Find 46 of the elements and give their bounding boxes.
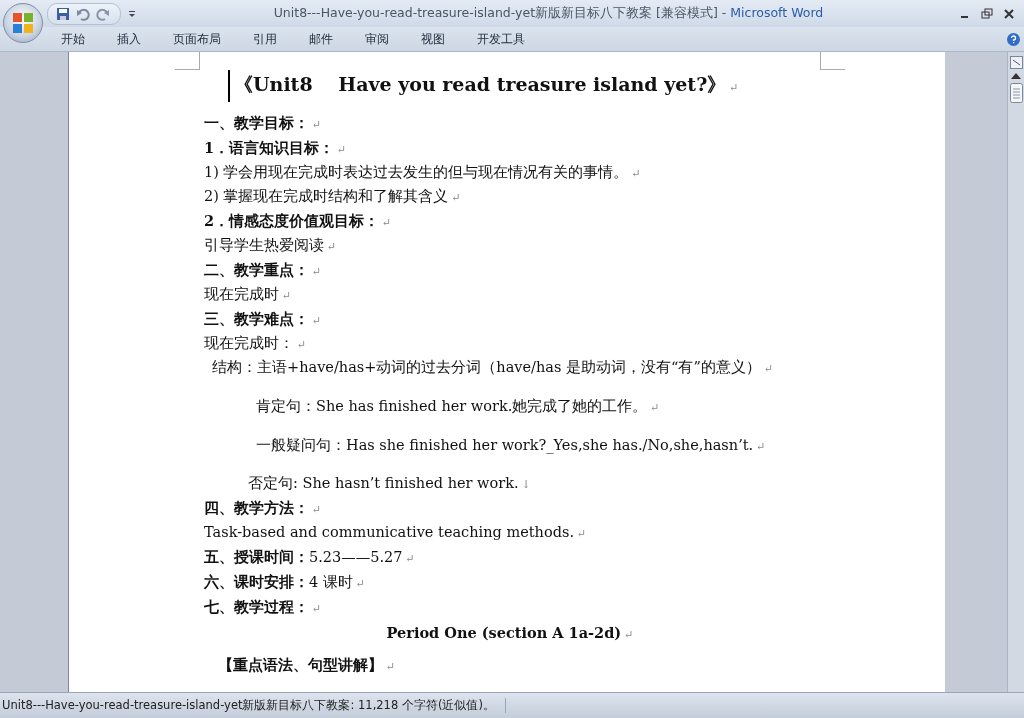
ribbon-tab[interactable]: 引用: [239, 28, 291, 50]
margin-corner-mark: [175, 52, 200, 70]
document-paragraph: 现在完成时： ↵: [204, 334, 308, 353]
ribbon-tab[interactable]: 邮件: [295, 28, 347, 50]
ribbon-tab[interactable]: 插入: [103, 28, 155, 50]
document-paragraph: 结构：主语+have/has+动词的过去分词（have/has 是助动词，没有“有”的意义） ↵: [211, 358, 775, 377]
document-paragraph: 1) 学会用现在完成时表达过去发生的但与现在情况有关的事情。 ↵: [204, 163, 642, 182]
status-text: Unit8---Have-you-read-treasure-island-yet新版新目标八下教案: 11,218 个字符(近似值)。: [2, 698, 506, 713]
document-paragraph: 肯定句：She has finished her work.她完成了她的工作。 ↵: [255, 397, 661, 416]
document-paragraph: 否定句: She hasn’t finished her work. ↓: [247, 474, 532, 493]
ribbon-tab[interactable]: 审阅: [351, 28, 403, 50]
document-heading: 1．语言知识目标： ↵: [204, 138, 348, 158]
undo-icon[interactable]: [76, 6, 90, 21]
scroll-thumb-icon[interactable]: [1009, 83, 1023, 103]
document-paragraph: 五、授课时间：5.23——5.27 ↵: [204, 547, 416, 567]
document-paragraph: 2) 掌握现在完成时结构和了解其含义 ↵: [204, 187, 462, 206]
close-icon[interactable]: [1002, 6, 1016, 21]
ribbon-tab[interactable]: 视图: [407, 28, 459, 50]
restore-icon[interactable]: [980, 6, 994, 21]
document-paragraph: Task-based and communicative teaching methods. ↵: [204, 523, 588, 542]
office-logo-icon: [12, 12, 34, 34]
vertical-scrollbar[interactable]: [1007, 52, 1024, 692]
document-paragraph: 六、课时安排：4 课时 ↵: [204, 572, 367, 592]
document-heading: 2．情感态度价值观目标： ↵: [204, 211, 393, 231]
document-heading: 三、教学难点： ↵: [204, 309, 323, 329]
window-title: Unit8---Have-you-read-treasure-island-yet新版新目标八下教案 [兼容模式] - Microsoft Word: [272, 5, 825, 22]
document-paragraph: 引导学生热爱阅读 ↵: [204, 236, 338, 255]
office-button[interactable]: [3, 3, 43, 43]
document-heading: 二、教学重点： ↵: [204, 260, 323, 280]
document-heading: 七、教学过程： ↵: [204, 597, 323, 617]
document-paragraph: Period One (section A 1a-2d) ↵: [385, 623, 635, 643]
document-title: 《Unit8 Have you read treasure island yet?》↵: [228, 70, 794, 102]
ribbon-tab[interactable]: 开发工具: [463, 28, 539, 50]
document-paragraph: 现在完成时 ↵: [204, 285, 293, 304]
ribbon-tab[interactable]: 页面布局: [159, 28, 235, 50]
document-heading: 四、教学方法： ↵: [204, 498, 323, 518]
redo-icon[interactable]: [96, 6, 110, 21]
help-icon[interactable]: [1007, 32, 1020, 46]
save-icon[interactable]: [56, 6, 70, 21]
scroll-up-icon[interactable]: [1011, 73, 1021, 79]
ribbon-tab[interactable]: 开始: [47, 28, 99, 50]
ruler-toggle-icon[interactable]: [1009, 56, 1023, 69]
document-heading: 【重点语法、句型讲解】 ↵: [217, 655, 397, 675]
document-paragraph: 一般疑问句：Has she finished her work?_Yes,she has./No,she,hasn’t. ↵: [255, 436, 767, 456]
margin-corner-mark: [820, 52, 845, 70]
document-heading: 一、教学目标： ↵: [204, 113, 323, 133]
